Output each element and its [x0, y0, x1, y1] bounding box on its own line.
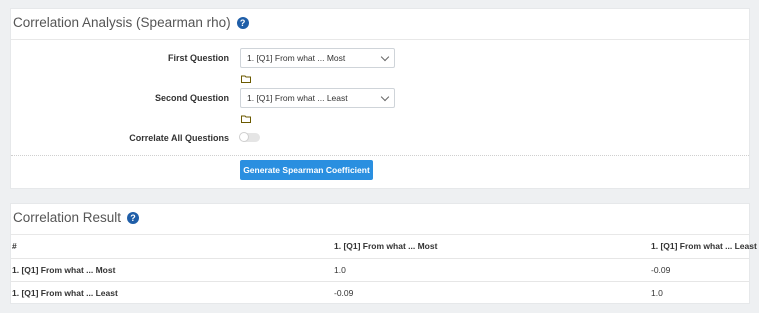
table-header-row: # 1. [Q1] From what ... Most 1. [Q1] Fro… — [11, 235, 757, 257]
help-icon[interactable]: ? — [236, 17, 249, 29]
second-question-label: Second Question — [154, 93, 229, 103]
chevron-down-icon — [380, 52, 390, 62]
table-row: 1. [Q1] From what ... Most 1.0 -0.09 — [11, 258, 749, 281]
table-row: 1. [Q1] From what ... Least -0.09 1.0 — [11, 281, 749, 304]
table-cell: 1.0 — [334, 265, 346, 275]
first-question-select[interactable]: 1. [Q1] From what ... Most — [240, 48, 395, 68]
correlation-analysis-panel: Correlation Analysis (Spearman rho)? Fir… — [10, 8, 750, 189]
folder-icon[interactable] — [241, 75, 251, 83]
panel-header: Correlation Analysis (Spearman rho)? — [11, 9, 749, 40]
toggle-knob — [239, 132, 249, 142]
generate-spearman-button[interactable]: Generate Spearman Coefficient — [240, 160, 373, 180]
panel-title: Correlation Analysis (Spearman rho)? — [13, 15, 249, 30]
panel-header: Correlation Result? — [11, 204, 749, 235]
correlation-result-panel: Correlation Result? # 1. [Q1] From what … — [10, 203, 757, 304]
correlate-all-toggle[interactable] — [239, 132, 260, 142]
result-title: Correlation Result — [13, 210, 122, 225]
table-header-cell: # — [12, 241, 17, 251]
table-cell: 1. [Q1] From what ... Least — [12, 288, 118, 298]
table-cell: -0.09 — [334, 288, 354, 298]
first-question-value: 1. [Q1] From what ... Most — [247, 53, 346, 63]
table-header-cell: 1. [Q1] From what ... Least — [651, 241, 757, 251]
second-question-select[interactable]: 1. [Q1] From what ... Least — [240, 88, 395, 108]
second-question-value: 1. [Q1] From what ... Least — [247, 93, 348, 103]
panel-title: Correlation Result? — [13, 210, 140, 225]
folder-icon[interactable] — [241, 115, 251, 123]
table-cell: 1.0 — [651, 288, 663, 298]
table-cell: -0.09 — [651, 265, 671, 275]
table-header-cell: 1. [Q1] From what ... Most — [334, 241, 438, 251]
correlate-all-label: Correlate All Questions — [129, 133, 229, 143]
divider — [11, 155, 749, 156]
page-title: Correlation Analysis (Spearman rho) — [13, 15, 231, 30]
chevron-down-icon — [380, 92, 390, 102]
help-icon[interactable]: ? — [127, 212, 140, 224]
table-cell: 1. [Q1] From what ... Most — [12, 265, 116, 275]
first-question-label: First Question — [167, 53, 229, 63]
